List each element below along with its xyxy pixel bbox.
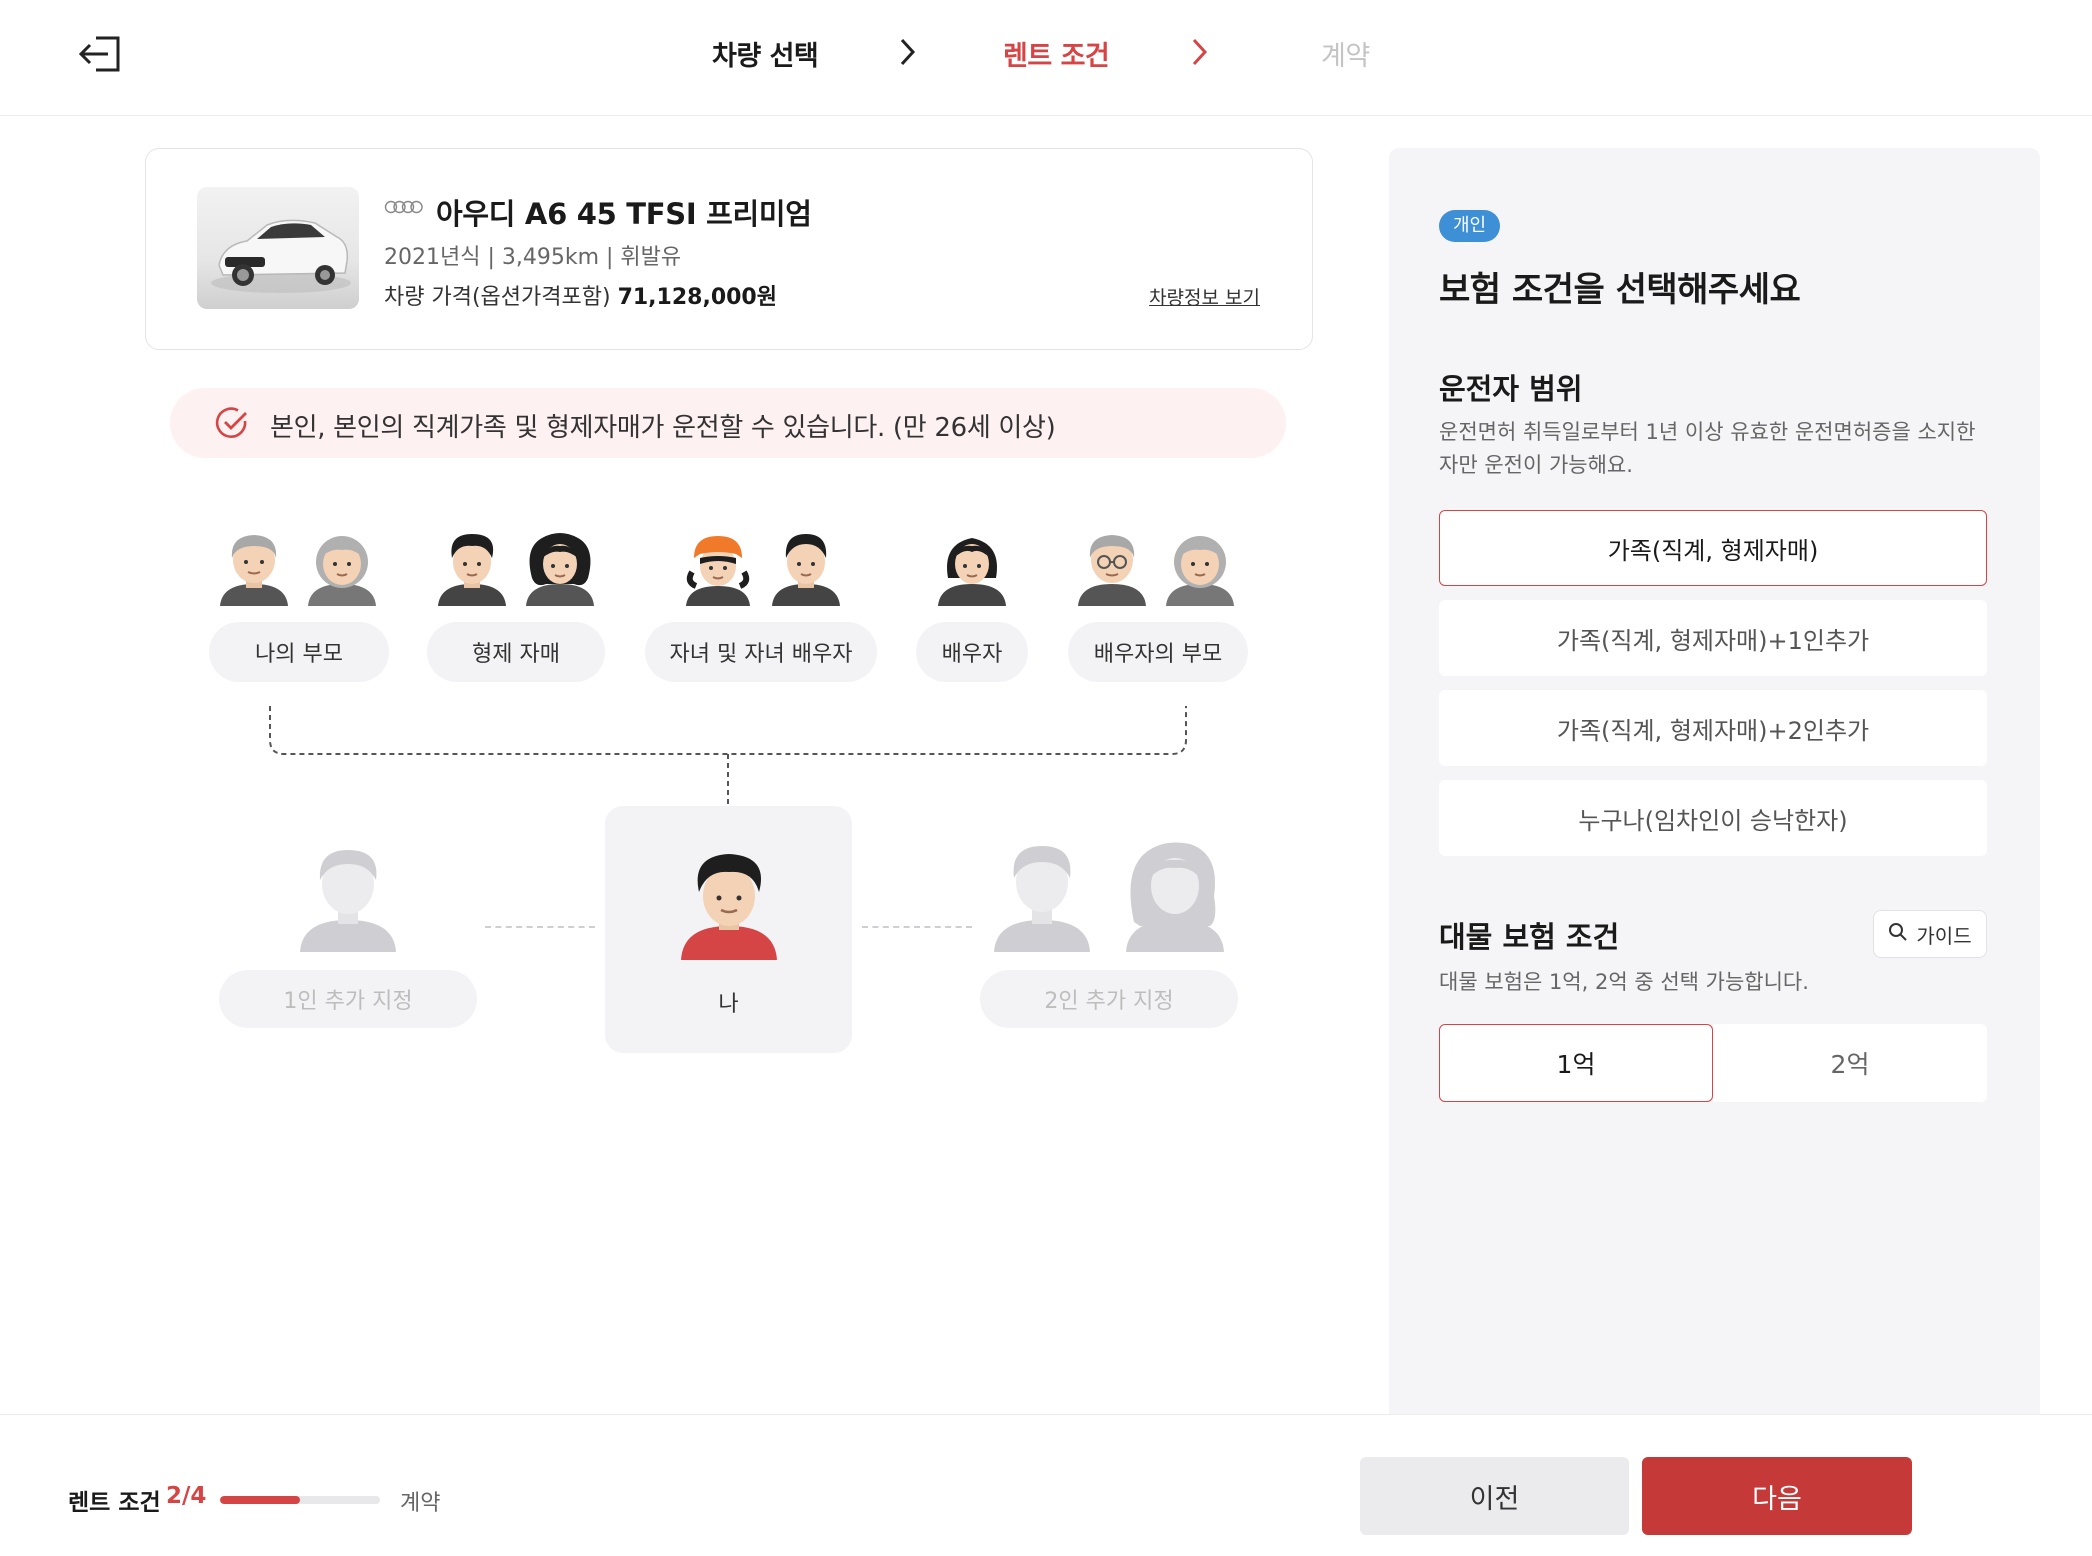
group-siblings: 형제 자매 [427, 622, 605, 682]
footer-step-count: 2/4 [166, 1483, 207, 1509]
grandmother-avatar-icon [306, 528, 378, 610]
chevron-right-icon [892, 34, 922, 70]
spouse-avatar-icon [934, 528, 1010, 610]
daughter-avatar-icon [680, 528, 756, 610]
step-contract: 계약 [1321, 41, 1370, 72]
me-avatar-icon [677, 848, 781, 964]
prev-button[interactable]: 이전 [1360, 1457, 1629, 1535]
driver-scope-title: 운전자 범위 [1439, 372, 1583, 406]
footer-bar: 렌트 조건 2/4 계약 이전 다음 [0, 1414, 2092, 1556]
search-icon [1888, 922, 1908, 947]
group-children: 자녀 및 자녀 배우자 [645, 622, 877, 682]
driver-notice: 본인, 본인의 직계가족 및 형제자매가 운전할 수 있습니다. (만 26세 … [170, 388, 1286, 458]
price-value: 71,128,000원 [617, 285, 777, 310]
notice-text: 본인, 본인의 직계가족 및 형제자매가 운전할 수 있습니다. (만 26세 … [270, 413, 1056, 443]
car-price-row: 차량 가격(옵션가격포함) 71,128,000원 [384, 279, 777, 311]
insurance-panel: 개인 보험 조건을 선택해주세요 운전자 범위 운전면허 취득일로부터 1년 이… [1389, 148, 2040, 1414]
sister-avatar-icon [522, 528, 598, 610]
step-rent-conditions: 렌트 조건 [1003, 41, 1110, 72]
top-nav: 차량 선택 렌트 조건 계약 [0, 0, 2092, 116]
price-label: 차량 가격(옵션가격포함) [384, 285, 611, 310]
grandfather-avatar-icon [218, 528, 290, 610]
check-circle-icon [214, 405, 250, 441]
guide-button[interactable]: 가이드 [1873, 910, 1987, 958]
exit-icon[interactable] [76, 30, 128, 78]
property-title: 대물 보험 조건 [1439, 920, 1620, 954]
group-spouse: 배우자 [916, 622, 1028, 682]
property-option-1[interactable]: 1억 [1439, 1024, 1713, 1102]
family-connector [268, 704, 1188, 808]
brother-avatar-icon [436, 528, 508, 610]
group-my-parents: 나의 부모 [209, 622, 389, 682]
me-card: 나 [605, 806, 852, 1053]
extra-2-label: 2인 추가 지정 [980, 970, 1238, 1028]
property-option-2[interactable]: 2억 [1713, 1024, 1987, 1102]
next-button[interactable]: 다음 [1642, 1457, 1912, 1535]
property-desc: 대물 보험은 1억, 2억 중 선택 가능합니다. [1439, 970, 1809, 994]
progress-fill [220, 1496, 300, 1504]
chevron-right-icon [1184, 34, 1214, 70]
footer-step-label: 렌트 조건 [68, 1490, 161, 1516]
personal-badge: 개인 [1439, 210, 1501, 242]
son-in-law-avatar-icon [770, 528, 842, 610]
group-spouse-parents: 배우자의 부모 [1068, 622, 1248, 682]
driver-option-family[interactable]: 가족(직계, 형제자매) [1439, 510, 1987, 586]
mother-in-law-avatar-icon [1164, 528, 1236, 610]
step-car-select: 차량 선택 [712, 41, 819, 72]
panel-title: 보험 조건을 선택해주세요 [1439, 270, 1801, 310]
extra-driver-avatar-icon [1120, 836, 1230, 956]
footer-next-step: 계약 [400, 1491, 441, 1516]
car-meta: 2021년식 | 3,495km | 휘발유 [384, 245, 682, 270]
father-in-law-avatar-icon [1076, 528, 1148, 610]
connector-right [862, 926, 972, 928]
car-name: 아우디 A6 45 TFSI 프리미엄 [436, 197, 812, 231]
driver-option-family-plus-2[interactable]: 가족(직계, 형제자매)+2인추가 [1439, 690, 1987, 766]
guide-label: 가이드 [1916, 923, 1972, 948]
driver-scope-desc: 운전면허 취득일로부터 1년 이상 유효한 운전면허증을 소지한 자만 운전이 … [1439, 420, 1976, 477]
car-image [197, 187, 359, 309]
progress-bar [220, 1496, 380, 1504]
driver-option-anyone[interactable]: 누구나(임차인이 승낙한자) [1439, 780, 1987, 856]
audi-logo-icon [384, 199, 424, 219]
extra-1-label: 1인 추가 지정 [219, 970, 477, 1028]
car-summary-card: 아우디 A6 45 TFSI 프리미엄 2021년식 | 3,495km | 휘… [145, 148, 1313, 350]
car-detail-link[interactable]: 차량정보 보기 [1149, 283, 1260, 310]
extra-driver-avatar-icon [990, 836, 1094, 956]
extra-driver-avatar-icon [296, 840, 400, 956]
driver-option-family-plus-1[interactable]: 가족(직계, 형제자매)+1인추가 [1439, 600, 1987, 676]
connector-left [485, 926, 595, 928]
me-label: 나 [718, 992, 739, 1017]
